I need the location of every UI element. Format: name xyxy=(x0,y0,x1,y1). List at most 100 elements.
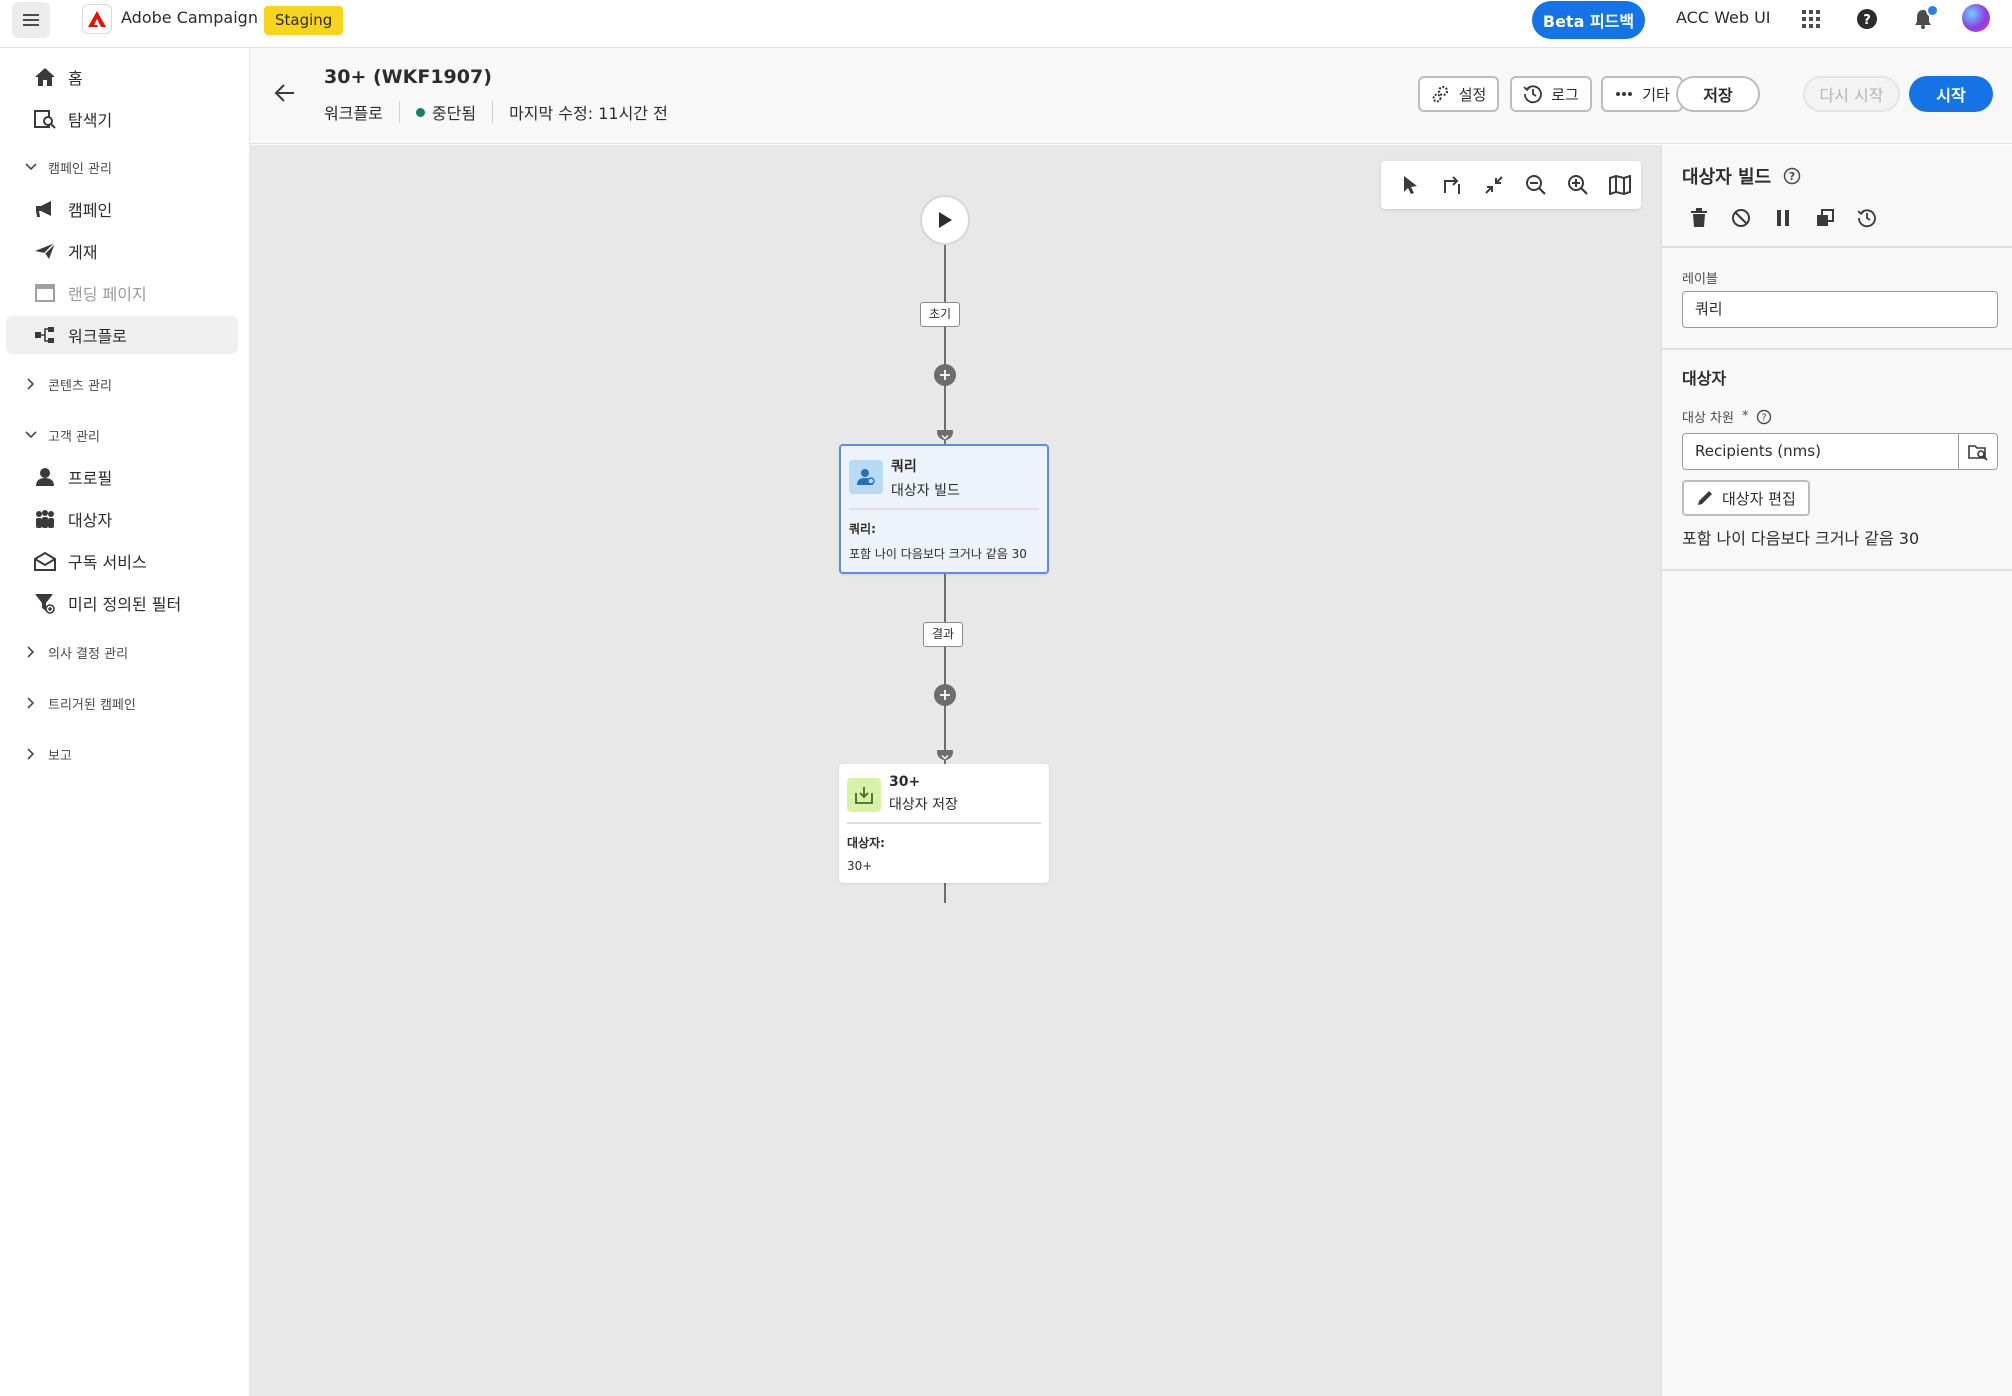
explorer-icon xyxy=(32,106,58,132)
zoom-in-icon[interactable] xyxy=(1557,164,1599,206)
status-dot-icon xyxy=(415,107,425,117)
sidebar-item-label: 대상자 xyxy=(68,511,113,530)
canvas-toolbar xyxy=(1381,161,1641,209)
reorganize-icon[interactable] xyxy=(1431,164,1473,206)
help-icon[interactable]: ? xyxy=(1854,6,1880,32)
start-button[interactable]: 시작 xyxy=(1909,76,1993,112)
select-pointer-icon[interactable] xyxy=(1389,164,1431,206)
targeting-dimension-input[interactable]: Recipients (nms) xyxy=(1682,433,1960,470)
gears-icon xyxy=(1431,84,1451,104)
delete-icon[interactable] xyxy=(1678,203,1720,233)
adobe-logo-icon[interactable] xyxy=(82,4,112,34)
save-button[interactable]: 저장 xyxy=(1676,76,1760,112)
chevron-right-icon xyxy=(22,694,40,712)
workflow-meta: 워크플로 중단됨 마지막 수정: 11시간 전 xyxy=(324,100,668,124)
sidebar-item-audiences[interactable]: 대상자 xyxy=(6,500,238,538)
section-campaign-management[interactable]: 캠페인 관리 xyxy=(22,155,112,179)
add-activity-button[interactable] xyxy=(934,364,956,386)
status-badge: 중단됨 xyxy=(431,104,477,123)
app-grid-icon[interactable] xyxy=(1798,6,1824,32)
section-label: 고객 관리 xyxy=(48,429,100,445)
workflow-canvas[interactable]: 초기 쿼리 대상자 빌드 쿼리: 포함 나이 다음보다 크거나 같음 30 결과 xyxy=(250,145,1661,1396)
edit-audience-button[interactable]: 대상자 편집 xyxy=(1682,480,1810,516)
section-label: 의사 결정 관리 xyxy=(48,646,129,662)
targeting-dimension-label-text: 대상 차원 xyxy=(1682,411,1734,426)
app-name: Adobe Campaign xyxy=(121,8,258,27)
more-icon xyxy=(1614,84,1634,104)
help-icon[interactable]: ? xyxy=(1756,409,1772,425)
sidebar-item-label: 미리 정의된 필터 xyxy=(68,595,182,614)
top-bar: Adobe Campaign Staging Beta 피드백 ACC Web … xyxy=(0,0,2012,48)
sidebar-item-profiles[interactable]: 프로필 xyxy=(6,458,238,496)
landing-page-icon xyxy=(32,280,58,306)
copy-icon[interactable] xyxy=(1804,203,1846,233)
sidebar: 홈 탐색기 캠페인 관리 캠페인 게재 랜딩 페이지 워크플로 콘텐츠 관리 고… xyxy=(0,48,250,1396)
disable-icon[interactable] xyxy=(1720,203,1762,233)
play-icon xyxy=(939,212,952,228)
sidebar-item-predefined-filters[interactable]: 미리 정의된 필터 xyxy=(6,584,238,622)
svg-text:?: ? xyxy=(1762,412,1767,423)
chevron-down-icon xyxy=(937,750,953,760)
map-icon[interactable] xyxy=(1599,164,1641,206)
divider xyxy=(1662,246,2012,248)
start-node[interactable] xyxy=(920,195,970,245)
chevron-down-icon xyxy=(937,430,953,440)
activity-name: 30+ xyxy=(889,774,921,790)
svg-text:?: ? xyxy=(1789,170,1795,183)
collapse-icon[interactable] xyxy=(1473,164,1515,206)
section-customer-management[interactable]: 고객 관리 xyxy=(22,423,100,447)
activity-detail-label: 대상자: xyxy=(847,836,885,850)
last-modified: 마지막 수정: 11시간 전 xyxy=(509,104,668,123)
sidebar-item-deliveries[interactable]: 게재 xyxy=(6,232,238,270)
sidebar-item-workflows[interactable]: 워크플로 xyxy=(6,316,238,354)
sidebar-item-subscription-services[interactable]: 구독 서비스 xyxy=(6,542,238,580)
beta-feedback-button[interactable]: Beta 피드백 xyxy=(1532,1,1645,39)
history-icon xyxy=(1523,84,1543,104)
avatar[interactable] xyxy=(1962,4,1990,32)
activity-name: 쿼리 xyxy=(891,459,917,475)
sidebar-item-explorer[interactable]: 탐색기 xyxy=(6,100,238,138)
org-switcher[interactable]: ACC Web UI xyxy=(1676,8,1771,27)
audience-rule-summary: 포함 나이 다음보다 크거나 같음 30 xyxy=(1682,529,1920,548)
activity-detail-value: 포함 나이 다음보다 크거나 같음 30 xyxy=(849,547,1027,561)
more-label: 기타 xyxy=(1642,85,1670,104)
workflow-type: 워크플로 xyxy=(324,104,383,123)
sidebar-item-label: 탐색기 xyxy=(68,111,113,130)
activity-type: 대상자 빌드 xyxy=(891,483,960,499)
help-icon[interactable]: ? xyxy=(1783,167,1801,185)
label-field-label: 레이블 xyxy=(1682,272,1718,287)
audience-section-title: 대상자 xyxy=(1682,369,1727,388)
browse-folder-icon[interactable] xyxy=(1958,433,1998,470)
send-icon xyxy=(32,238,58,264)
pencil-icon xyxy=(1696,489,1714,507)
settings-button[interactable]: 설정 xyxy=(1418,76,1499,112)
back-arrow-icon[interactable] xyxy=(272,80,300,108)
transition-result-label[interactable]: 결과 xyxy=(923,622,964,647)
pause-icon[interactable] xyxy=(1762,203,1804,233)
section-content-management[interactable]: 콘텐츠 관리 xyxy=(22,372,112,396)
section-label: 트리거된 캠페인 xyxy=(48,697,136,713)
more-button[interactable]: 기타 xyxy=(1601,76,1683,112)
section-decision-management[interactable]: 의사 결정 관리 xyxy=(22,640,128,664)
logs-label: 로그 xyxy=(1551,85,1579,104)
sidebar-item-landing-pages[interactable]: 랜딩 페이지 xyxy=(6,274,238,312)
activity-query[interactable]: 쿼리 대상자 빌드 쿼리: 포함 나이 다음보다 크거나 같음 30 xyxy=(839,444,1049,574)
section-label: 콘텐츠 관리 xyxy=(48,378,112,394)
add-activity-button[interactable] xyxy=(934,684,956,706)
home-icon xyxy=(32,64,58,90)
sidebar-item-home[interactable]: 홈 xyxy=(6,58,238,96)
label-input[interactable]: 쿼리 xyxy=(1682,291,1998,328)
panel-actions xyxy=(1678,203,1888,233)
restart-button: 다시 시작 xyxy=(1803,76,1900,112)
sidebar-item-label: 랜딩 페이지 xyxy=(68,285,147,304)
history-icon[interactable] xyxy=(1846,203,1888,233)
transition-initial-label[interactable]: 초기 xyxy=(920,302,961,327)
activity-save-audience[interactable]: 30+ 대상자 저장 대상자: 30+ xyxy=(839,764,1049,883)
menu-icon[interactable] xyxy=(12,2,50,38)
activity-type: 대상자 저장 xyxy=(889,797,958,813)
section-triggered-campaigns[interactable]: 트리거된 캠페인 xyxy=(22,691,136,715)
sidebar-item-campaigns[interactable]: 캠페인 xyxy=(6,190,238,228)
logs-button[interactable]: 로그 xyxy=(1510,76,1592,112)
section-reports[interactable]: 보고 xyxy=(22,742,72,766)
zoom-out-icon[interactable] xyxy=(1515,164,1557,206)
